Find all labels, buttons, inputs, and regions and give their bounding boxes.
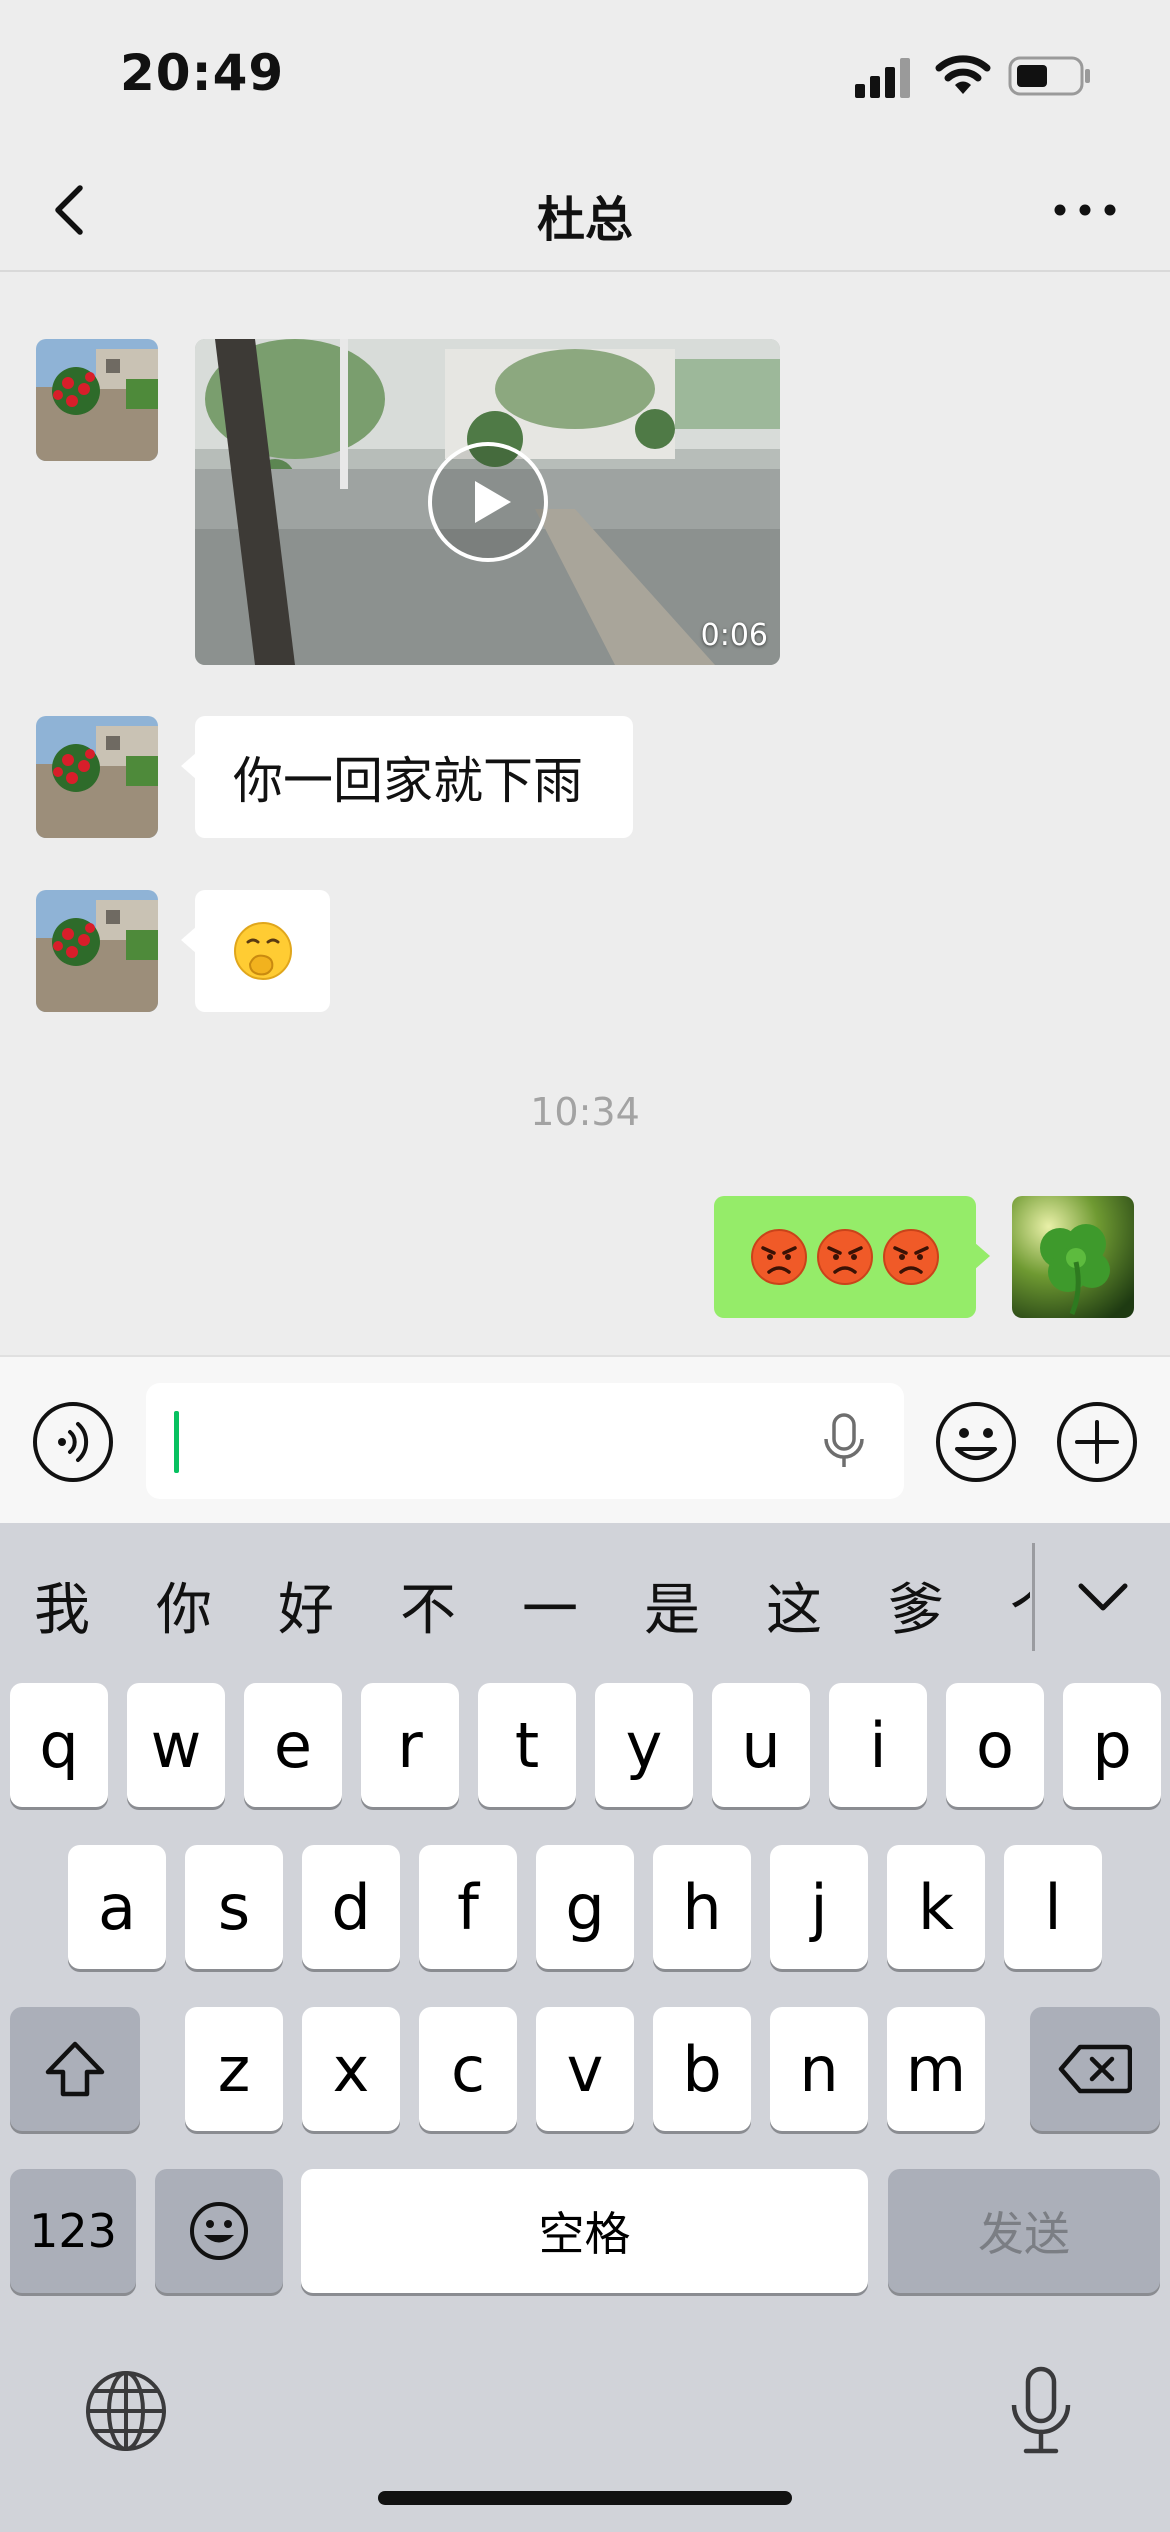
shift-key[interactable] — [10, 2007, 140, 2131]
key-d[interactable]: d — [302, 1845, 400, 1969]
time-divider: 10:34 — [530, 1090, 640, 1134]
chat-title: 杜总 — [536, 192, 633, 248]
home-indicator — [378, 2491, 792, 2505]
shift-icon — [45, 2041, 105, 2097]
plus-icon[interactable] — [1056, 1401, 1138, 1483]
contact-avatar[interactable] — [36, 339, 158, 461]
key-x[interactable]: x — [302, 2007, 400, 2131]
key-o[interactable]: o — [946, 1683, 1044, 1807]
candidate-bar: 我 你 好 不 一 是 这 爹 个 — [0, 1523, 1170, 1673]
key-c[interactable]: c — [419, 2007, 517, 2131]
candidate-word[interactable]: 这 — [766, 1565, 822, 1646]
chevron-down-icon[interactable] — [1075, 1578, 1131, 1618]
candidate-word[interactable]: 你 — [156, 1565, 212, 1646]
key-y[interactable]: y — [595, 1683, 693, 1807]
candidate-word[interactable]: 爹 — [888, 1565, 944, 1646]
key-a[interactable]: a — [68, 1845, 166, 1969]
text-cursor — [174, 1411, 179, 1473]
numbers-key[interactable]: 123 — [10, 2169, 136, 2293]
key-t[interactable]: t — [478, 1683, 576, 1807]
candidate-word[interactable]: 不 — [400, 1565, 456, 1646]
candidate-word[interactable]: 是 — [644, 1565, 700, 1646]
send-key[interactable]: 发送 — [888, 2169, 1160, 2293]
microphone-icon[interactable] — [1006, 2365, 1076, 2457]
emoji-message-sent[interactable] — [714, 1196, 990, 1318]
angry-face-emoji-icon — [751, 1229, 807, 1285]
key-g[interactable]: g — [536, 1845, 634, 1969]
space-key[interactable]: 空格 — [301, 2169, 868, 2293]
key-w[interactable]: w — [127, 1683, 225, 1807]
key-f[interactable]: f — [419, 1845, 517, 1969]
backspace-key[interactable] — [1030, 2007, 1160, 2131]
key-p[interactable]: p — [1063, 1683, 1161, 1807]
emoji-message[interactable] — [181, 890, 330, 1012]
smile-icon — [190, 2202, 248, 2260]
key-n[interactable]: n — [770, 2007, 868, 2131]
contact-avatar[interactable] — [36, 890, 158, 1012]
candidate-divider — [1032, 1543, 1035, 1651]
more-dots-icon[interactable] — [1050, 192, 1120, 228]
emoji-key[interactable] — [155, 2169, 283, 2293]
video-message[interactable]: 0:06 — [195, 339, 780, 665]
candidate-word[interactable]: 一 — [522, 1565, 578, 1646]
backspace-icon — [1058, 2044, 1132, 2094]
hand-over-mouth-emoji-icon — [233, 922, 292, 980]
wifi-icon — [935, 55, 991, 94]
microphone-icon[interactable] — [816, 1409, 872, 1471]
status-bar: 20:49 — [0, 0, 1170, 150]
chat-input-bar — [0, 1355, 1170, 1525]
key-e[interactable]: e — [244, 1683, 342, 1807]
key-b[interactable]: b — [653, 2007, 751, 2131]
candidate-word[interactable]: 个 — [1010, 1565, 1030, 1646]
status-time: 20:49 — [120, 44, 285, 102]
key-k[interactable]: k — [887, 1845, 985, 1969]
key-l[interactable]: l — [1004, 1845, 1102, 1969]
message-text: 你一回家就下雨 — [233, 752, 583, 810]
candidate-word[interactable]: 好 — [278, 1565, 334, 1646]
text-message[interactable]: 你一回家就下雨 — [181, 716, 633, 838]
angry-face-emoji-icon — [883, 1229, 939, 1285]
key-r[interactable]: r — [361, 1683, 459, 1807]
angry-face-emoji-icon — [817, 1229, 873, 1285]
message-input[interactable] — [146, 1383, 904, 1499]
cellular-signal-icon — [855, 58, 910, 98]
smile-icon[interactable] — [935, 1401, 1017, 1483]
key-q[interactable]: q — [10, 1683, 108, 1807]
key-z[interactable]: z — [185, 2007, 283, 2131]
contact-avatar[interactable] — [36, 716, 158, 838]
key-h[interactable]: h — [653, 1845, 751, 1969]
voice-icon[interactable] — [32, 1401, 114, 1483]
key-s[interactable]: s — [185, 1845, 283, 1969]
chat-header: 杜总 — [0, 150, 1170, 272]
key-v[interactable]: v — [536, 2007, 634, 2131]
key-m[interactable]: m — [887, 2007, 985, 2131]
key-u[interactable]: u — [712, 1683, 810, 1807]
video-duration: 0:06 — [700, 618, 768, 653]
battery-icon — [1008, 56, 1090, 96]
globe-icon[interactable] — [84, 2369, 168, 2453]
key-i[interactable]: i — [829, 1683, 927, 1807]
my-avatar[interactable] — [1012, 1196, 1134, 1318]
candidate-word[interactable]: 我 — [34, 1565, 90, 1646]
key-j[interactable]: j — [770, 1845, 868, 1969]
keyboard: 我 你 好 不 一 是 这 爹 个 q w e r t y u i o p a … — [0, 1523, 1170, 2532]
play-icon[interactable] — [427, 441, 549, 563]
